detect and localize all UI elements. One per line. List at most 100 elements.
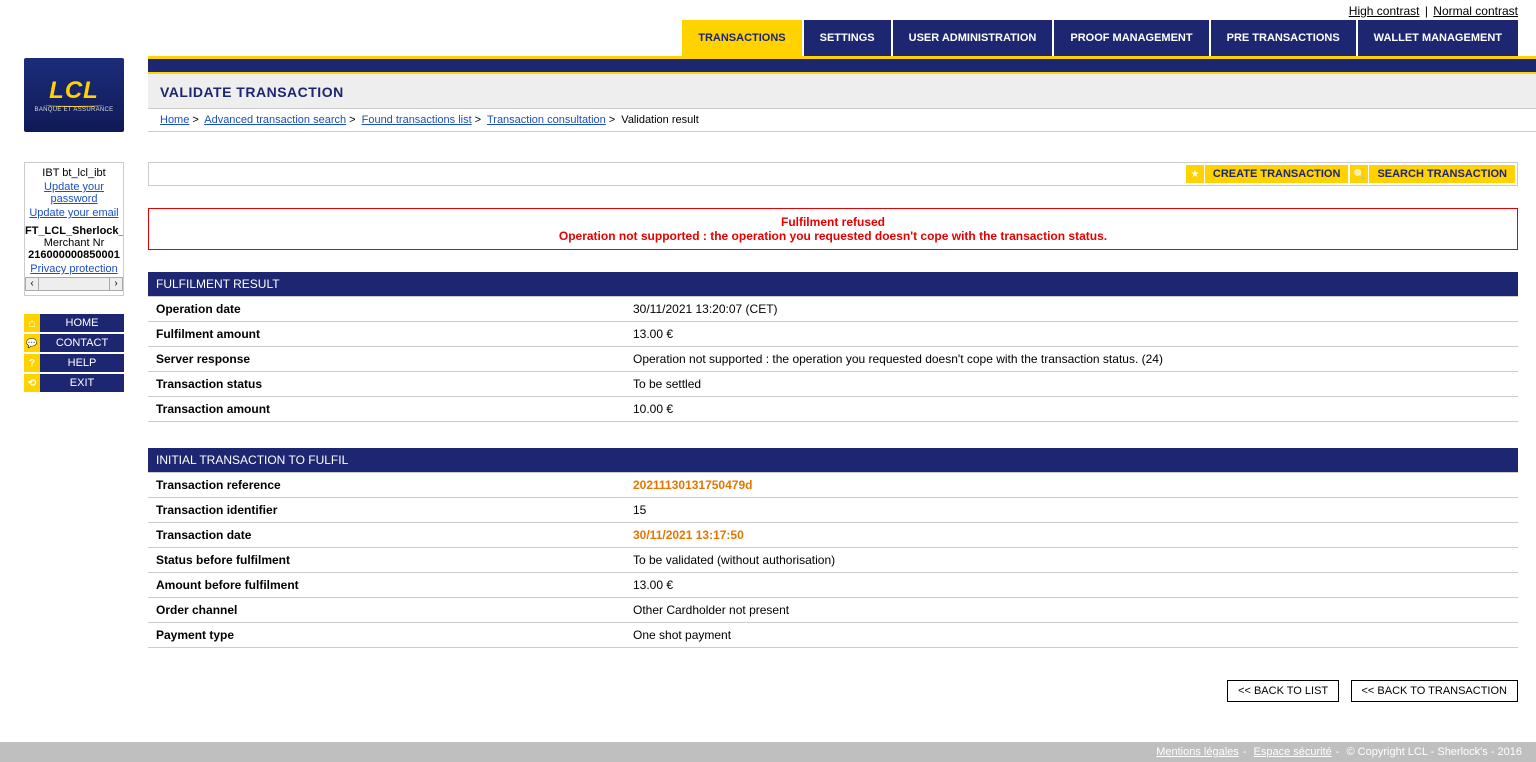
nav-exit-label: EXIT: [40, 374, 124, 392]
nav-contact-label: CONTACT: [40, 334, 124, 352]
create-transaction-button[interactable]: CREATE TRANSACTION: [1186, 165, 1349, 183]
tab-transactions[interactable]: TRANSACTIONS: [682, 20, 801, 56]
row-value: 13.00 €: [625, 573, 1518, 598]
nav-help[interactable]: HELP: [24, 354, 124, 372]
back-to-list-button[interactable]: << BACK TO LIST: [1227, 680, 1339, 702]
privacy-link[interactable]: Privacy protection: [25, 263, 123, 275]
user-info-box: IBT bt_lcl_ibt Update your password Upda…: [24, 162, 124, 296]
tab-wallet-management[interactable]: WALLET MANAGEMENT: [1358, 20, 1518, 56]
table-row: Fulfilment amount13.00 €: [148, 322, 1518, 347]
home-icon: [24, 314, 40, 332]
merchant-nr-value: 216000000850001: [25, 249, 123, 261]
footer-security-link[interactable]: Espace sécurité: [1254, 746, 1332, 758]
section-initial-transaction: INITIAL TRANSACTION TO FULFIL: [148, 448, 1518, 472]
tab-user-administration[interactable]: USER ADMINISTRATION: [893, 20, 1053, 56]
tab-proof-management[interactable]: PROOF MANAGEMENT: [1054, 20, 1208, 56]
action-bar: CREATE TRANSACTION SEARCH TRANSACTION: [148, 162, 1518, 186]
logo-subtext: BANQUE ET ASSURANCE: [35, 107, 114, 113]
row-key: Transaction date: [148, 523, 625, 548]
search-transaction-button[interactable]: SEARCH TRANSACTION: [1350, 165, 1515, 183]
alert-line2: Operation not supported : the operation …: [155, 229, 1511, 243]
table-row: Transaction identifier15: [148, 498, 1518, 523]
tab-settings[interactable]: SETTINGS: [804, 20, 891, 56]
row-value: 13.00 €: [625, 322, 1518, 347]
merchant-nr-label: Merchant Nr: [25, 237, 123, 249]
nav-home[interactable]: HOME: [24, 314, 124, 332]
section-fulfilment-result: FULFILMENT RESULT: [148, 272, 1518, 296]
row-key: Transaction reference: [148, 473, 625, 498]
row-key: Operation date: [148, 297, 625, 322]
scroll-track[interactable]: [39, 277, 109, 291]
page-title: VALIDATE TRANSACTION: [148, 74, 1536, 109]
table-row: Status before fulfilmentTo be validated …: [148, 548, 1518, 573]
row-key: Order channel: [148, 598, 625, 623]
row-key: Transaction status: [148, 372, 625, 397]
row-key: Fulfilment amount: [148, 322, 625, 347]
help-icon: [24, 354, 40, 372]
search-icon: [1350, 165, 1368, 183]
row-value: 30/11/2021 13:20:07 (CET): [625, 297, 1518, 322]
table-row: Transaction reference20211130131750479d: [148, 473, 1518, 498]
create-transaction-label: CREATE TRANSACTION: [1205, 165, 1349, 183]
row-value: To be validated (without authorisation): [625, 548, 1518, 573]
table-row: Transaction amount10.00 €: [148, 397, 1518, 422]
nav-help-label: HELP: [40, 354, 124, 372]
row-key: Payment type: [148, 623, 625, 648]
row-value: 15: [625, 498, 1518, 523]
table-row: Transaction statusTo be settled: [148, 372, 1518, 397]
update-password-link[interactable]: Update your password: [25, 181, 123, 205]
user-id: IBT bt_lcl_ibt: [25, 167, 123, 179]
breadcrumb-advanced-search[interactable]: Advanced transaction search: [204, 114, 346, 126]
fulfilment-result-table: Operation date30/11/2021 13:20:07 (CET)F…: [148, 296, 1518, 422]
table-row: Transaction date30/11/2021 13:17:50: [148, 523, 1518, 548]
alert-line1: Fulfilment refused: [155, 215, 1511, 229]
nav-contact[interactable]: CONTACT: [24, 334, 124, 352]
table-row: Order channelOther Cardholder not presen…: [148, 598, 1518, 623]
sidebar-nav: HOME CONTACT HELP EXIT: [24, 314, 124, 392]
footer-legal-link[interactable]: Mentions légales: [1156, 746, 1239, 758]
search-transaction-label: SEARCH TRANSACTION: [1369, 165, 1515, 183]
footer: Mentions légales- Espace sécurité- © Cop…: [0, 742, 1536, 762]
scroll-right-icon[interactable]: ›: [109, 277, 123, 291]
row-key: Amount before fulfilment: [148, 573, 625, 598]
breadcrumb-consultation[interactable]: Transaction consultation: [487, 114, 606, 126]
exit-icon: [24, 374, 40, 392]
initial-transaction-table: Transaction reference20211130131750479dT…: [148, 472, 1518, 648]
sidebar-scroll: ‹ ›: [25, 277, 123, 291]
row-value: Operation not supported : the operation …: [625, 347, 1518, 372]
tab-pre-transactions[interactable]: PRE TRANSACTIONS: [1211, 20, 1356, 56]
row-value: Other Cardholder not present: [625, 598, 1518, 623]
bottom-buttons: << BACK TO LIST << BACK TO TRANSACTION: [148, 680, 1518, 702]
nav-exit[interactable]: EXIT: [24, 374, 124, 392]
row-value: 30/11/2021 13:17:50: [625, 523, 1518, 548]
back-to-transaction-button[interactable]: << BACK TO TRANSACTION: [1351, 680, 1519, 702]
nav-home-label: HOME: [40, 314, 124, 332]
logo-text: LCL: [49, 77, 99, 105]
update-email-link[interactable]: Update your email: [25, 207, 123, 219]
breadcrumb: Home> Advanced transaction search> Found…: [148, 109, 1536, 132]
scroll-left-icon[interactable]: ‹: [25, 277, 39, 291]
row-key: Transaction amount: [148, 397, 625, 422]
logo[interactable]: LCL BANQUE ET ASSURANCE: [24, 58, 124, 132]
breadcrumb-found-list[interactable]: Found transactions list: [362, 114, 472, 126]
star-icon: [1186, 165, 1204, 183]
row-value: To be settled: [625, 372, 1518, 397]
separator: |: [1423, 4, 1430, 18]
header-stripe: [148, 56, 1536, 74]
row-value: 20211130131750479d: [625, 473, 1518, 498]
main-tabs: TRANSACTIONSSETTINGSUSER ADMINISTRATIONP…: [148, 20, 1536, 56]
table-row: Server responseOperation not supported :…: [148, 347, 1518, 372]
row-value: 10.00 €: [625, 397, 1518, 422]
row-key: Transaction identifier: [148, 498, 625, 523]
error-alert: Fulfilment refused Operation not support…: [148, 208, 1518, 250]
normal-contrast-link[interactable]: Normal contrast: [1433, 4, 1518, 18]
contrast-bar: High contrast | Normal contrast: [0, 0, 1536, 20]
table-row: Amount before fulfilment13.00 €: [148, 573, 1518, 598]
contact-icon: [24, 334, 40, 352]
merchant-code: FT_LCL_Sherlock_: [25, 225, 123, 237]
row-key: Status before fulfilment: [148, 548, 625, 573]
row-value: One shot payment: [625, 623, 1518, 648]
breadcrumb-home[interactable]: Home: [160, 114, 189, 126]
high-contrast-link[interactable]: High contrast: [1349, 4, 1420, 18]
row-key: Server response: [148, 347, 625, 372]
